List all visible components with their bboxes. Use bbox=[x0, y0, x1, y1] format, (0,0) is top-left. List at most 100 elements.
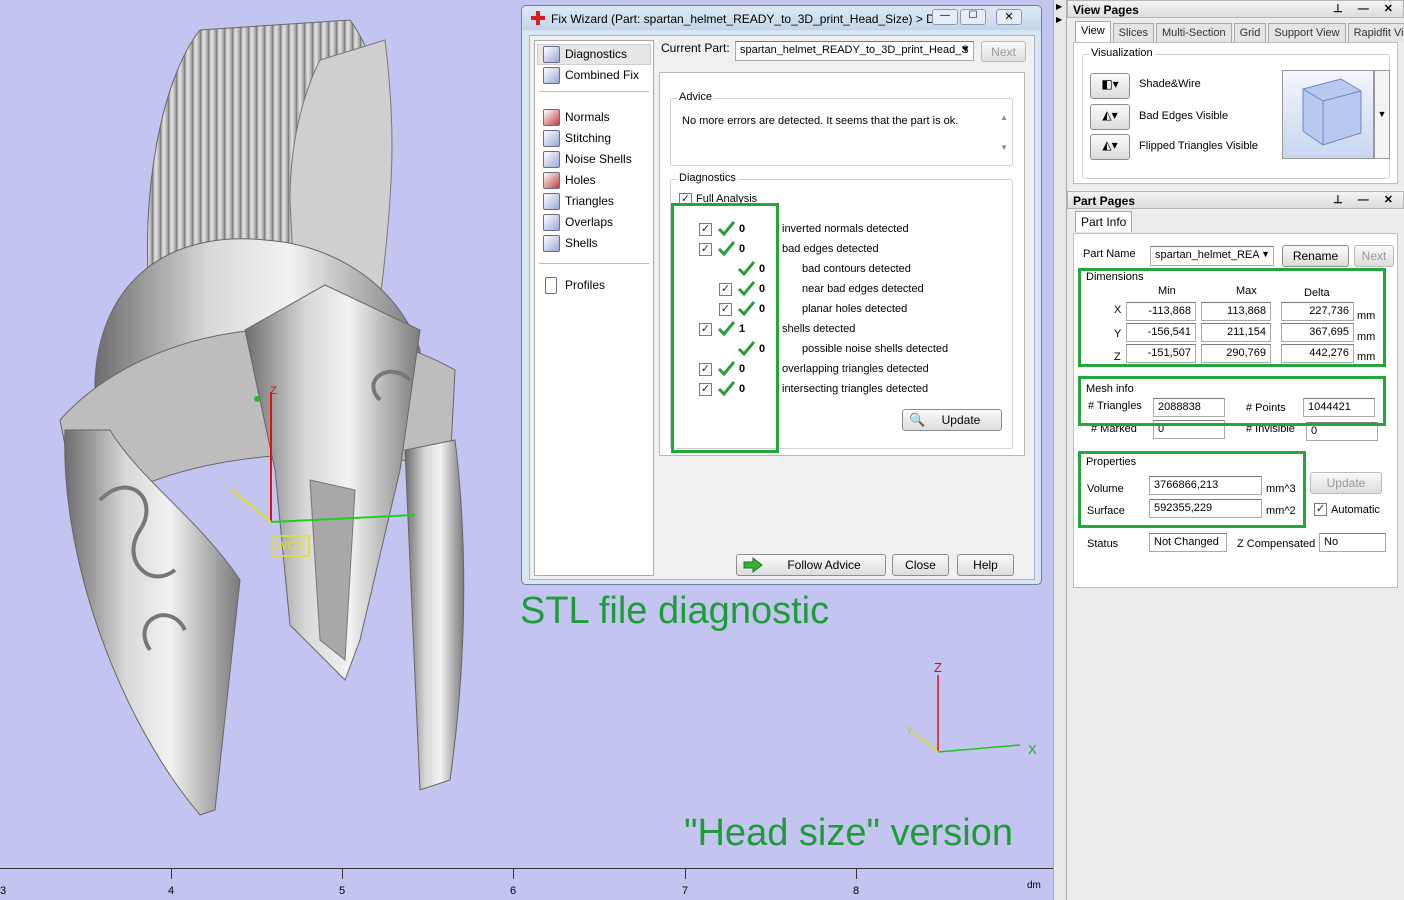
nav-triangles[interactable]: Triangles bbox=[543, 192, 614, 211]
dimensions-highlight-box bbox=[1078, 268, 1386, 367]
row-label: inverted normals detected bbox=[782, 223, 909, 235]
next-part-button[interactable]: Next bbox=[981, 41, 1026, 62]
part-name-value: spartan_helmet_REA bbox=[1155, 249, 1260, 261]
shade-wire-button[interactable]: ◧▾ bbox=[1090, 73, 1130, 99]
ruler-label: 5 bbox=[339, 885, 346, 897]
right-panel: View Pages ⊥ — ✕ View Slices Multi-Secti… bbox=[1067, 0, 1404, 900]
bad-edges-button[interactable]: ◭▾ bbox=[1090, 104, 1130, 130]
view-dropdown-arrow[interactable]: ▼ bbox=[1374, 70, 1390, 159]
shells-icon bbox=[543, 235, 560, 252]
follow-advice-label: Follow Advice bbox=[787, 558, 861, 572]
nav-label: Normals bbox=[565, 110, 610, 124]
scroll-up-icon[interactable]: ▲ bbox=[1000, 113, 1008, 122]
part-name-label: Part Name bbox=[1083, 248, 1136, 260]
triangles-icon bbox=[543, 193, 560, 210]
arrow-right-icon[interactable]: ▶ bbox=[1056, 2, 1062, 11]
part-pages-title: Part Pages bbox=[1073, 194, 1136, 208]
row-label: near bad edges detected bbox=[802, 283, 924, 295]
follow-advice-button[interactable]: Follow Advice bbox=[736, 554, 886, 576]
overlay-diagnostic-text: STL file diagnostic bbox=[520, 590, 830, 632]
nav-overlaps[interactable]: Overlaps bbox=[543, 213, 613, 232]
row-label: overlapping triangles detected bbox=[782, 363, 929, 375]
scroll-down-icon[interactable]: ▼ bbox=[1000, 143, 1008, 152]
maximize-button[interactable]: ☐ bbox=[960, 9, 986, 25]
nav-label: Triangles bbox=[565, 194, 614, 208]
wizard-nav: Diagnostics Combined Fix Normals Stitchi… bbox=[534, 40, 654, 576]
nav-normals[interactable]: Normals bbox=[543, 108, 610, 127]
tab-grid[interactable]: Grid bbox=[1233, 23, 1267, 42]
visualization-title: Visualization bbox=[1089, 47, 1155, 59]
ruler-unit: dm bbox=[1027, 880, 1041, 891]
update-label: Update bbox=[941, 413, 981, 427]
nav-label: Overlaps bbox=[565, 215, 614, 229]
view-page-content: Visualization ◧▾ Shade&Wire ◭▾ Bad Edges… bbox=[1073, 42, 1398, 184]
nav-diagnostics[interactable]: Diagnostics bbox=[543, 45, 627, 64]
bad-edges-label: Bad Edges Visible bbox=[1139, 110, 1229, 122]
cube-icon bbox=[1302, 78, 1362, 146]
flipped-triangle-icon: ◭▾ bbox=[1102, 138, 1118, 152]
advice-text: No more errors are detected. It seems th… bbox=[682, 115, 959, 127]
row-label: planar holes detected bbox=[802, 303, 908, 315]
minimize-button[interactable]: — bbox=[932, 9, 958, 25]
view-cube[interactable] bbox=[1282, 70, 1374, 159]
nav-shells[interactable]: Shells bbox=[543, 234, 598, 253]
properties-update-button[interactable]: Update bbox=[1310, 472, 1382, 494]
current-part-select[interactable]: spartan_helmet_READY_to_3D_print_Head_S … bbox=[735, 41, 974, 61]
corner-x-label: X bbox=[1028, 742, 1037, 757]
tab-multi-section[interactable]: Multi-Section bbox=[1156, 23, 1232, 42]
triangle-warning-icon: ◭▾ bbox=[1102, 108, 1118, 122]
z-compensated-label: Z Compensated bbox=[1237, 538, 1316, 550]
advice-group: Advice No more errors are detected. It s… bbox=[670, 91, 1013, 166]
stitching-icon bbox=[543, 130, 560, 147]
nav-label: Combined Fix bbox=[565, 68, 640, 82]
advice-title: Advice bbox=[677, 91, 715, 103]
part-pages-titlebar[interactable]: Part Pages ⊥ — ✕ bbox=[1067, 191, 1404, 209]
overlaps-icon bbox=[543, 214, 560, 231]
arrow-right-icon[interactable]: ▶ bbox=[1056, 15, 1062, 24]
panel-splitter[interactable]: ▶ ▶ bbox=[1053, 0, 1067, 900]
combined-fix-icon bbox=[543, 67, 560, 84]
automatic-label: Automatic bbox=[1331, 504, 1380, 516]
properties-highlight-box bbox=[1078, 451, 1306, 528]
wcs-z-label: Z bbox=[270, 385, 277, 397]
mesh-info-highlight-box bbox=[1078, 376, 1386, 426]
flipped-triangles-button[interactable]: ◭▾ bbox=[1090, 134, 1130, 160]
tab-support-view[interactable]: Support View bbox=[1268, 23, 1346, 42]
diagnostics-title: Diagnostics bbox=[677, 172, 738, 184]
normals-icon bbox=[543, 109, 560, 126]
row-label: possible noise shells detected bbox=[802, 343, 949, 355]
part-tabs: Part Info bbox=[1075, 211, 1133, 232]
nav-stitching[interactable]: Stitching bbox=[543, 129, 611, 148]
part-name-select[interactable]: spartan_helmet_REA ▼ bbox=[1150, 246, 1274, 266]
close-button[interactable]: Close bbox=[892, 554, 949, 576]
rename-button[interactable]: Rename bbox=[1282, 245, 1349, 267]
automatic-checkbox[interactable]: ✓ bbox=[1314, 503, 1327, 516]
panel-controls-icon[interactable]: ⊥ — ✕ bbox=[1333, 193, 1399, 206]
update-button[interactable]: 🔍 Update bbox=[902, 409, 1002, 431]
noise-shells-icon bbox=[543, 151, 560, 168]
tab-rapidfit-view[interactable]: Rapidfit View bbox=[1347, 23, 1404, 42]
panel-controls-icon[interactable]: ⊥ — ✕ bbox=[1333, 2, 1399, 15]
nav-holes[interactable]: Holes bbox=[543, 171, 596, 190]
row-label: bad contours detected bbox=[802, 263, 911, 275]
close-window-button[interactable]: ✕ bbox=[996, 9, 1022, 25]
wizard-body: Diagnostics Combined Fix Normals Stitchi… bbox=[529, 35, 1035, 580]
view-pages-title: View Pages bbox=[1073, 3, 1139, 17]
tab-view[interactable]: View bbox=[1075, 21, 1111, 42]
part-next-button[interactable]: Next bbox=[1354, 245, 1394, 267]
view-pages-titlebar[interactable]: View Pages ⊥ — ✕ bbox=[1067, 0, 1404, 18]
row-label: intersecting triangles detected bbox=[782, 383, 929, 395]
tab-slices[interactable]: Slices bbox=[1112, 23, 1154, 42]
diagnostics-panel: Advice No more errors are detected. It s… bbox=[659, 72, 1025, 456]
tab-part-info[interactable]: Part Info bbox=[1075, 211, 1133, 232]
nav-label: Shells bbox=[565, 236, 598, 250]
nav-noise-shells[interactable]: Noise Shells bbox=[543, 150, 632, 169]
row-label: shells detected bbox=[782, 323, 856, 335]
row-label: bad edges detected bbox=[782, 243, 879, 255]
help-button[interactable]: Help bbox=[957, 554, 1014, 576]
nav-profiles[interactable]: Profiles bbox=[543, 276, 605, 295]
nav-combined-fix[interactable]: Combined Fix bbox=[543, 66, 639, 85]
ruler-label: 3 bbox=[0, 885, 7, 897]
chevron-down-icon: ▼ bbox=[961, 44, 970, 54]
bottom-ruler: 3 4 5 6 7 8 dm bbox=[0, 868, 1053, 900]
